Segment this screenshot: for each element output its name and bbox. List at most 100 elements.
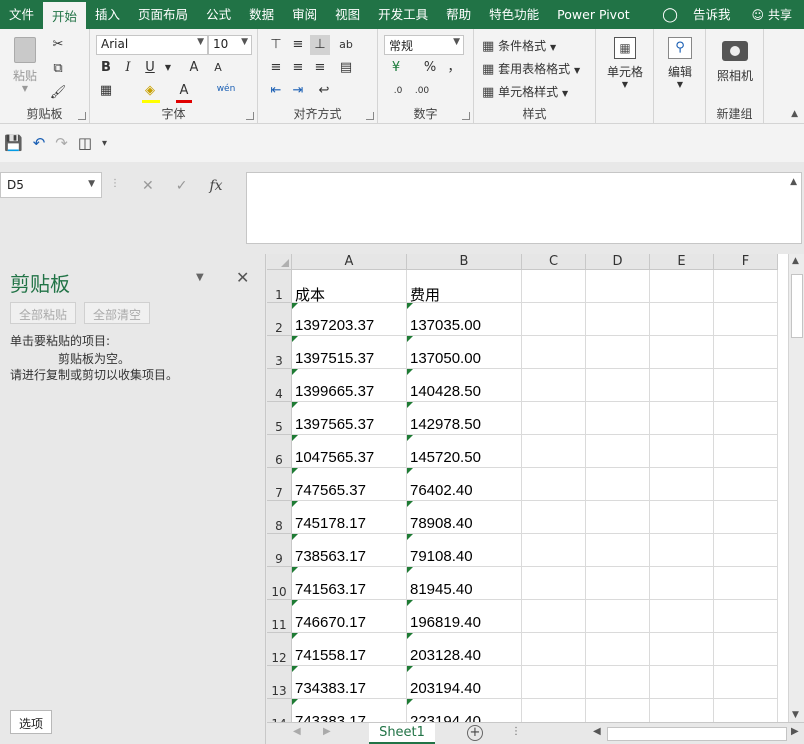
cell-F4[interactable] [714, 369, 778, 402]
cell-B2[interactable]: 137035.00 [407, 303, 522, 336]
cell-F10[interactable] [714, 567, 778, 600]
cancel-icon[interactable]: ✕ [142, 178, 154, 194]
menu-tab-9[interactable]: 帮助 [437, 0, 480, 29]
phonetic-button[interactable]: wén [216, 79, 236, 99]
increase-indent-icon[interactable]: ⇥ [288, 81, 308, 101]
cell-D14[interactable] [586, 699, 650, 722]
options-button[interactable]: 选项 [10, 710, 53, 734]
format-painter-icon[interactable]: 🖌 [48, 83, 68, 103]
scroll-up-icon[interactable]: ▲ [792, 256, 799, 266]
cell-F11[interactable] [714, 600, 778, 633]
clear-all-button[interactable]: 全部清空 [84, 302, 151, 324]
cell-A14[interactable]: 743383.17 [292, 699, 407, 722]
cell-C4[interactable] [522, 369, 586, 402]
row-header[interactable]: 4 [267, 369, 292, 402]
cell-D4[interactable] [586, 369, 650, 402]
currency-icon[interactable]: ¥ [386, 58, 406, 78]
cell-E5[interactable] [650, 402, 714, 435]
align-top-icon[interactable]: ⊤ [266, 35, 286, 55]
cell-A7[interactable]: 747565.37 [292, 468, 407, 501]
vertical-scroll-thumb[interactable] [791, 274, 803, 338]
customize-qat-icon[interactable]: ▾ [102, 138, 107, 149]
cell-E13[interactable] [650, 666, 714, 699]
menu-tab-2[interactable]: 插入 [86, 0, 129, 29]
column-header[interactable]: C [522, 254, 586, 270]
cell-A11[interactable]: 746670.17 [292, 600, 407, 633]
grow-font-button[interactable]: A [184, 58, 204, 78]
cell-B7[interactable]: 76402.40 [407, 468, 522, 501]
align-middle-icon[interactable]: ≡ [288, 35, 308, 55]
cell-D6[interactable] [586, 435, 650, 468]
shrink-font-button[interactable]: A [208, 58, 228, 78]
cell-C6[interactable] [522, 435, 586, 468]
cell-E12[interactable] [650, 633, 714, 666]
close-icon[interactable]: ✕ [236, 268, 249, 287]
prev-sheet-icon[interactable]: ◀ [293, 726, 301, 737]
cell-D5[interactable] [586, 402, 650, 435]
cell-A10[interactable]: 741563.17 [292, 567, 407, 600]
cell-B10[interactable]: 81945.40 [407, 567, 522, 600]
column-header[interactable]: E [650, 254, 714, 270]
menu-tab-7[interactable]: 视图 [326, 0, 369, 29]
cell-C9[interactable] [522, 534, 586, 567]
cell-B14[interactable]: 223194.40 [407, 699, 522, 722]
save-icon[interactable]: 💾 [4, 134, 23, 152]
merge-center-icon[interactable]: ▤ [336, 58, 356, 78]
row-header[interactable]: 6 [267, 435, 292, 468]
orientation-icon[interactable]: ab [336, 35, 356, 55]
comma-button[interactable]: ， [444, 58, 464, 78]
menu-tab-0[interactable]: 文件 [0, 0, 43, 29]
align-left-icon[interactable]: ≡ [266, 58, 286, 78]
cell-A12[interactable]: 741558.17 [292, 633, 407, 666]
cell-E14[interactable] [650, 699, 714, 722]
row-header[interactable]: 7 [267, 468, 292, 501]
menu-tab-10[interactable]: 特色功能 [480, 0, 548, 29]
cell-A1[interactable]: 成本 [292, 270, 407, 303]
chevron-up-icon[interactable]: ▲ [790, 177, 797, 187]
underline-button[interactable]: U [140, 58, 160, 78]
increase-decimal-icon[interactable]: .0 [388, 81, 408, 101]
cell-F13[interactable] [714, 666, 778, 699]
select-all-corner[interactable] [267, 254, 292, 270]
cell-A3[interactable]: 1397515.37 [292, 336, 407, 369]
row-header[interactable]: 8 [267, 501, 292, 534]
column-header[interactable]: F [714, 254, 778, 270]
cell-E6[interactable] [650, 435, 714, 468]
wrap-text-icon[interactable]: ↩ [314, 81, 334, 101]
cell-F12[interactable] [714, 633, 778, 666]
font-launcher-icon[interactable] [246, 112, 254, 120]
clipboard-launcher-icon[interactable] [78, 112, 86, 120]
cell-D2[interactable] [586, 303, 650, 336]
cell-C13[interactable] [522, 666, 586, 699]
conditional-format-button[interactable]: ▦ 条件格式 ▼ [482, 37, 556, 54]
cell-E8[interactable] [650, 501, 714, 534]
cell-D1[interactable] [586, 270, 650, 303]
row-header[interactable]: 2 [267, 303, 292, 336]
cell-B11[interactable]: 196819.40 [407, 600, 522, 633]
cell-F1[interactable] [714, 270, 778, 303]
align-right-icon[interactable]: ≡ [310, 58, 330, 78]
cell-A2[interactable]: 1397203.37 [292, 303, 407, 336]
row-header[interactable]: 10 [267, 567, 292, 600]
cell-A4[interactable]: 1399665.37 [292, 369, 407, 402]
cell-styles-button[interactable]: ▦ 单元格样式 ▼ [482, 83, 568, 100]
scroll-down-icon[interactable]: ▼ [792, 710, 799, 720]
number-format-select[interactable]: 常规 ▼ [384, 35, 464, 55]
redo-icon[interactable]: ↷ [55, 134, 68, 152]
decrease-indent-icon[interactable]: ⇤ [266, 81, 286, 101]
font-name-select[interactable]: Arial ▼ [96, 35, 208, 55]
menu-tab-5[interactable]: 数据 [240, 0, 283, 29]
menu-tab-6[interactable]: 审阅 [283, 0, 326, 29]
menu-tab-4[interactable]: 公式 [197, 0, 240, 29]
cell-E2[interactable] [650, 303, 714, 336]
cell-D7[interactable] [586, 468, 650, 501]
underline-dropdown[interactable]: ▼ [158, 58, 178, 78]
vertical-scrollbar[interactable]: ▲ ▼ [788, 254, 804, 722]
add-sheet-icon[interactable]: + [467, 725, 483, 741]
cell-D13[interactable] [586, 666, 650, 699]
cell-A13[interactable]: 734383.17 [292, 666, 407, 699]
formula-input[interactable]: ▲ [246, 172, 802, 244]
cell-C14[interactable] [522, 699, 586, 722]
cell-B13[interactable]: 203194.40 [407, 666, 522, 699]
row-header[interactable]: 11 [267, 600, 292, 633]
